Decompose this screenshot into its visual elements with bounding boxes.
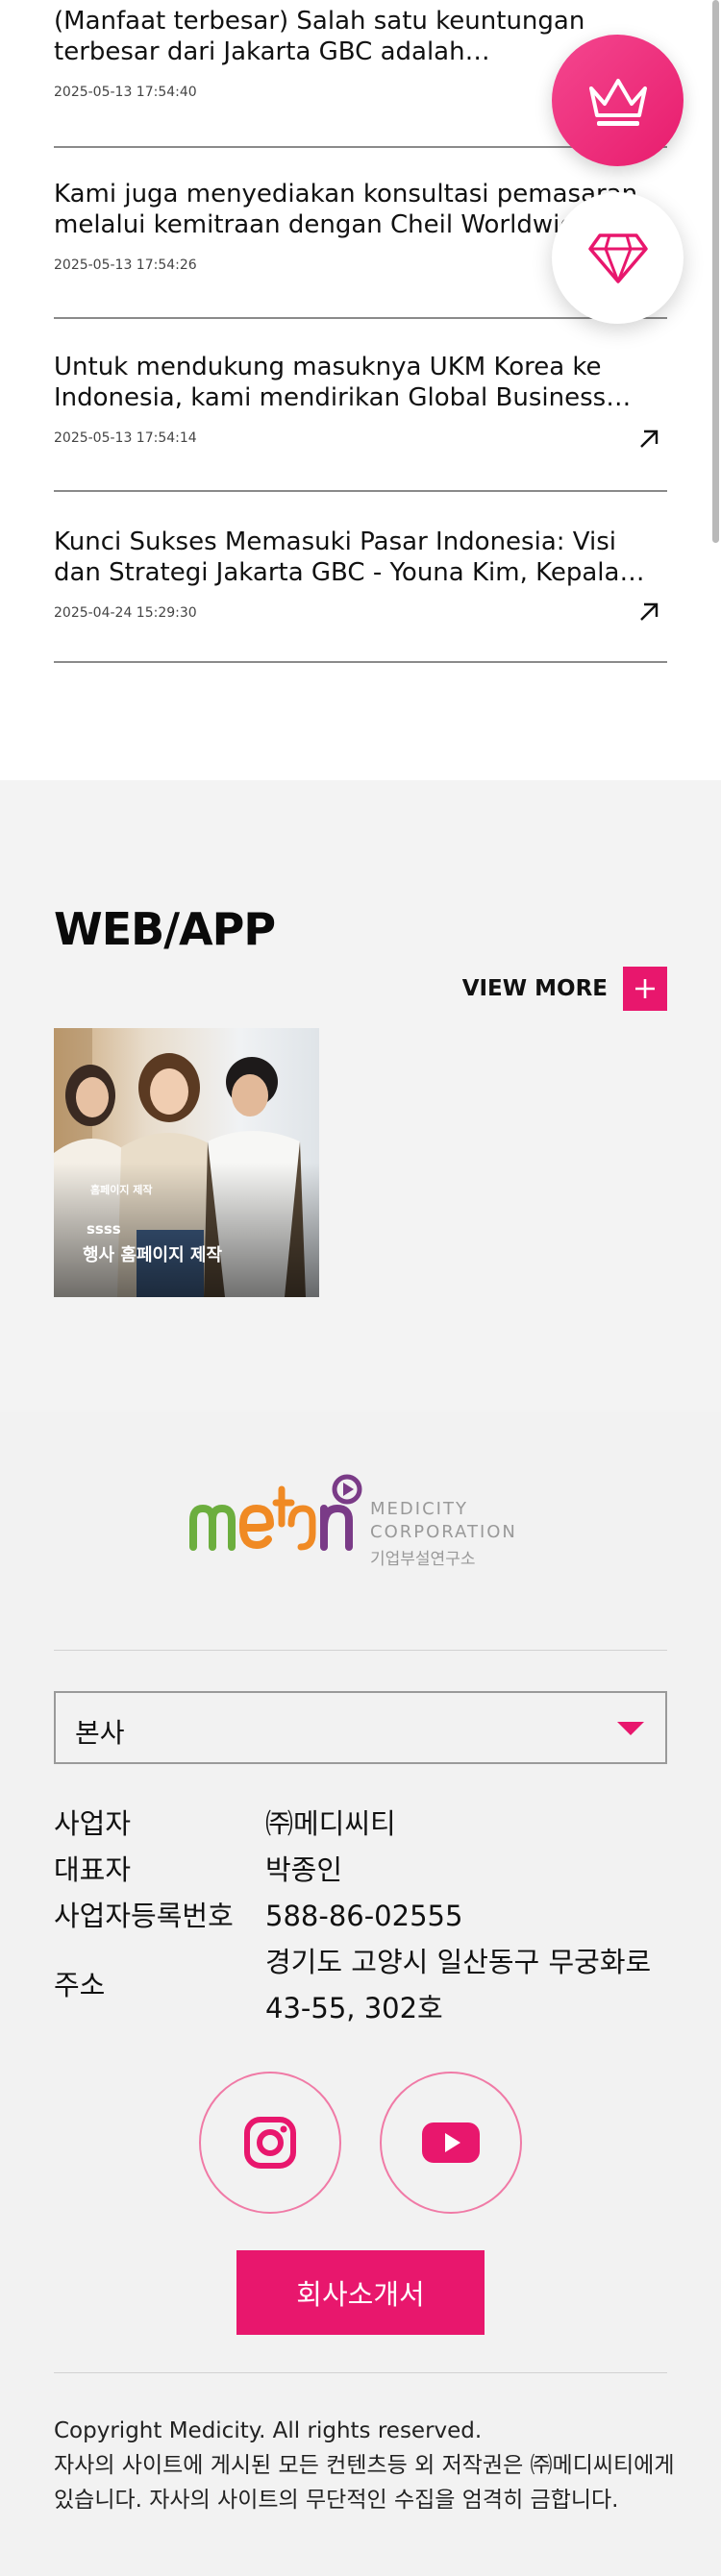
copyright-notice: 자사의 사이트에 게시된 모든 컨텐츠등 외 저작권은 ㈜메디씨티에게 있습니다… [54,2453,675,2513]
office-select-value[interactable]: 본사 [75,1712,125,1751]
company-info: 사업자 ㈜메디씨티 대표자 박종인 사업자등록번호 588-86-02555 주… [54,1801,688,2031]
youtube-button[interactable] [380,2072,522,2214]
medicity-logo[interactable]: MEDICITY CORPORATION 기업부설연구소 [187,1470,543,1569]
news-item[interactable]: Untuk mendukung masuknya UKM Korea ke In… [54,319,667,492]
divider [54,2372,667,2373]
info-value: 경기도 고양시 일산동구 무궁화로 43-55, 302호 [265,1946,652,2024]
caret-down-icon[interactable] [617,1722,644,1735]
news-item[interactable]: Kunci Sukses Memasuki Pasar Indonesia: V… [54,492,667,663]
scrollbar[interactable] [711,0,721,2576]
logo-text-lab: 기업부설연구소 [370,1550,476,1569]
info-value: ㈜메디씨티 [265,1807,396,1840]
instagram-button[interactable] [199,2072,341,2214]
diamond-fab-button[interactable] [552,192,684,324]
office-select[interactable]: 본사 [54,1691,667,1764]
info-label: 주소 [54,1969,106,2001]
copyright: Copyright Medicity. All rights reserved.… [54,2414,688,2517]
news-date: 2025-05-13 17:54:14 [54,430,197,446]
youtube-icon [422,2122,480,2163]
thumbnail-title: 행사 홈페이지 제작 [83,1245,223,1265]
info-value: 박종인 [265,1853,343,1886]
view-more-link[interactable]: VIEW MORE [462,967,667,1011]
instagram-icon [244,2117,296,2169]
section-title: WEB/APP [54,903,276,955]
divider [54,1650,667,1651]
webapp-section: WEB/APP VIEW MORE 홈페이지 제작 ssss 행사 홈페이지 제… [0,780,721,1412]
crown-fab-button[interactable] [552,35,684,166]
info-row-registration: 사업자등록번호 588-86-02555 [54,1893,688,1939]
info-value: 588-86-02555 [265,1900,463,1932]
info-label: 사업자 [54,1807,132,1840]
copyright-line: Copyright Medicity. All rights reserved. [54,2418,483,2443]
thumbnail-tag: 홈페이지 제작 [90,1184,153,1196]
news-title[interactable]: Kunci Sukses Memasuki Pasar Indonesia: V… [54,527,667,588]
crown-icon [588,78,647,126]
info-label: 사업자등록번호 [54,1900,234,1932]
thumbnail-subtitle: ssss [87,1220,121,1238]
arrow-up-right-icon[interactable] [636,600,661,625]
logo-text-corporation: CORPORATION [370,1522,517,1542]
news-title[interactable]: Untuk mendukung masuknya UKM Korea ke In… [54,352,667,413]
footer: MEDICITY CORPORATION 기업부설연구소 본사 사업자 ㈜메디씨… [0,1412,721,2576]
plus-icon[interactable] [623,967,667,1011]
logo-text-medicity: MEDICITY [370,1499,468,1519]
info-row-ceo: 대표자 박종인 [54,1847,688,1893]
scrollbar-thumb[interactable] [712,0,719,543]
info-row-company: 사업자 ㈜메디씨티 [54,1801,688,1847]
diamond-icon [587,233,648,283]
company-brochure-button[interactable]: 회사소개서 [236,2250,485,2335]
medicity-logo-mark [189,1474,362,1551]
portfolio-thumbnail[interactable]: 홈페이지 제작 ssss 행사 홈페이지 제작 [54,1028,319,1297]
arrow-up-right-icon[interactable] [636,427,661,452]
view-more-label[interactable]: VIEW MORE [462,976,608,1001]
info-label: 대표자 [54,1853,132,1886]
news-date: 2025-04-24 15:29:30 [54,605,197,621]
info-row-address: 주소 경기도 고양시 일산동구 무궁화로 43-55, 302호 [54,1939,688,2031]
